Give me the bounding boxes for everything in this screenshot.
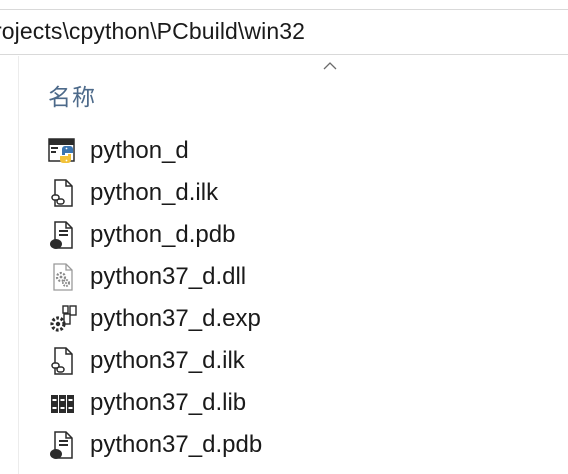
pdb-file-icon — [50, 431, 73, 459]
file-name: python_d.pdb — [90, 221, 236, 248]
navigation-pane-divider[interactable] — [18, 56, 19, 474]
file-item-python37-d-ilk[interactable]: python37_d.ilk — [48, 340, 262, 382]
file-item-python-d-ilk[interactable]: python_d.ilk — [48, 172, 262, 214]
file-name: python_d.ilk — [90, 179, 219, 206]
address-path[interactable]: rojects\cpython\PCbuild\win32 — [0, 18, 305, 45]
dll-file-icon — [53, 263, 73, 291]
file-item-python37-d-exp[interactable]: python37_d.exp — [48, 298, 262, 340]
pdb-file-icon — [50, 221, 73, 249]
python-exe-icon — [48, 138, 75, 163]
ilk-file-icon — [51, 347, 73, 375]
name-column-header[interactable]: 名称 — [48, 78, 96, 112]
file-item-python-d[interactable]: python_d — [48, 130, 262, 172]
file-item-python37-d-lib[interactable]: python37_d.lib — [48, 382, 262, 424]
file-item-python37-d-pdb[interactable]: python37_d.pdb — [48, 424, 262, 466]
file-list: python_d python_d.ilk python_d.pdb pytho… — [48, 130, 262, 466]
file-name: python37_d.exp — [90, 305, 261, 332]
ilk-file-icon — [51, 179, 73, 207]
file-name: python_d — [90, 137, 189, 164]
file-name: python37_d.ilk — [90, 347, 245, 374]
explorer-window: rojects\cpython\PCbuild\win32 名称 python_… — [0, 0, 568, 474]
file-item-python37-d-dll[interactable]: python37_d.dll — [48, 256, 262, 298]
address-bar[interactable]: rojects\cpython\PCbuild\win32 — [0, 9, 568, 55]
exp-file-icon — [50, 305, 77, 332]
file-name: python37_d.dll — [90, 263, 247, 290]
sort-ascending-icon[interactable] — [322, 60, 338, 72]
file-name: python37_d.lib — [90, 389, 247, 416]
file-name: python37_d.pdb — [90, 431, 263, 458]
file-item-python-d-pdb[interactable]: python_d.pdb — [48, 214, 262, 256]
lib-file-icon — [51, 395, 74, 413]
